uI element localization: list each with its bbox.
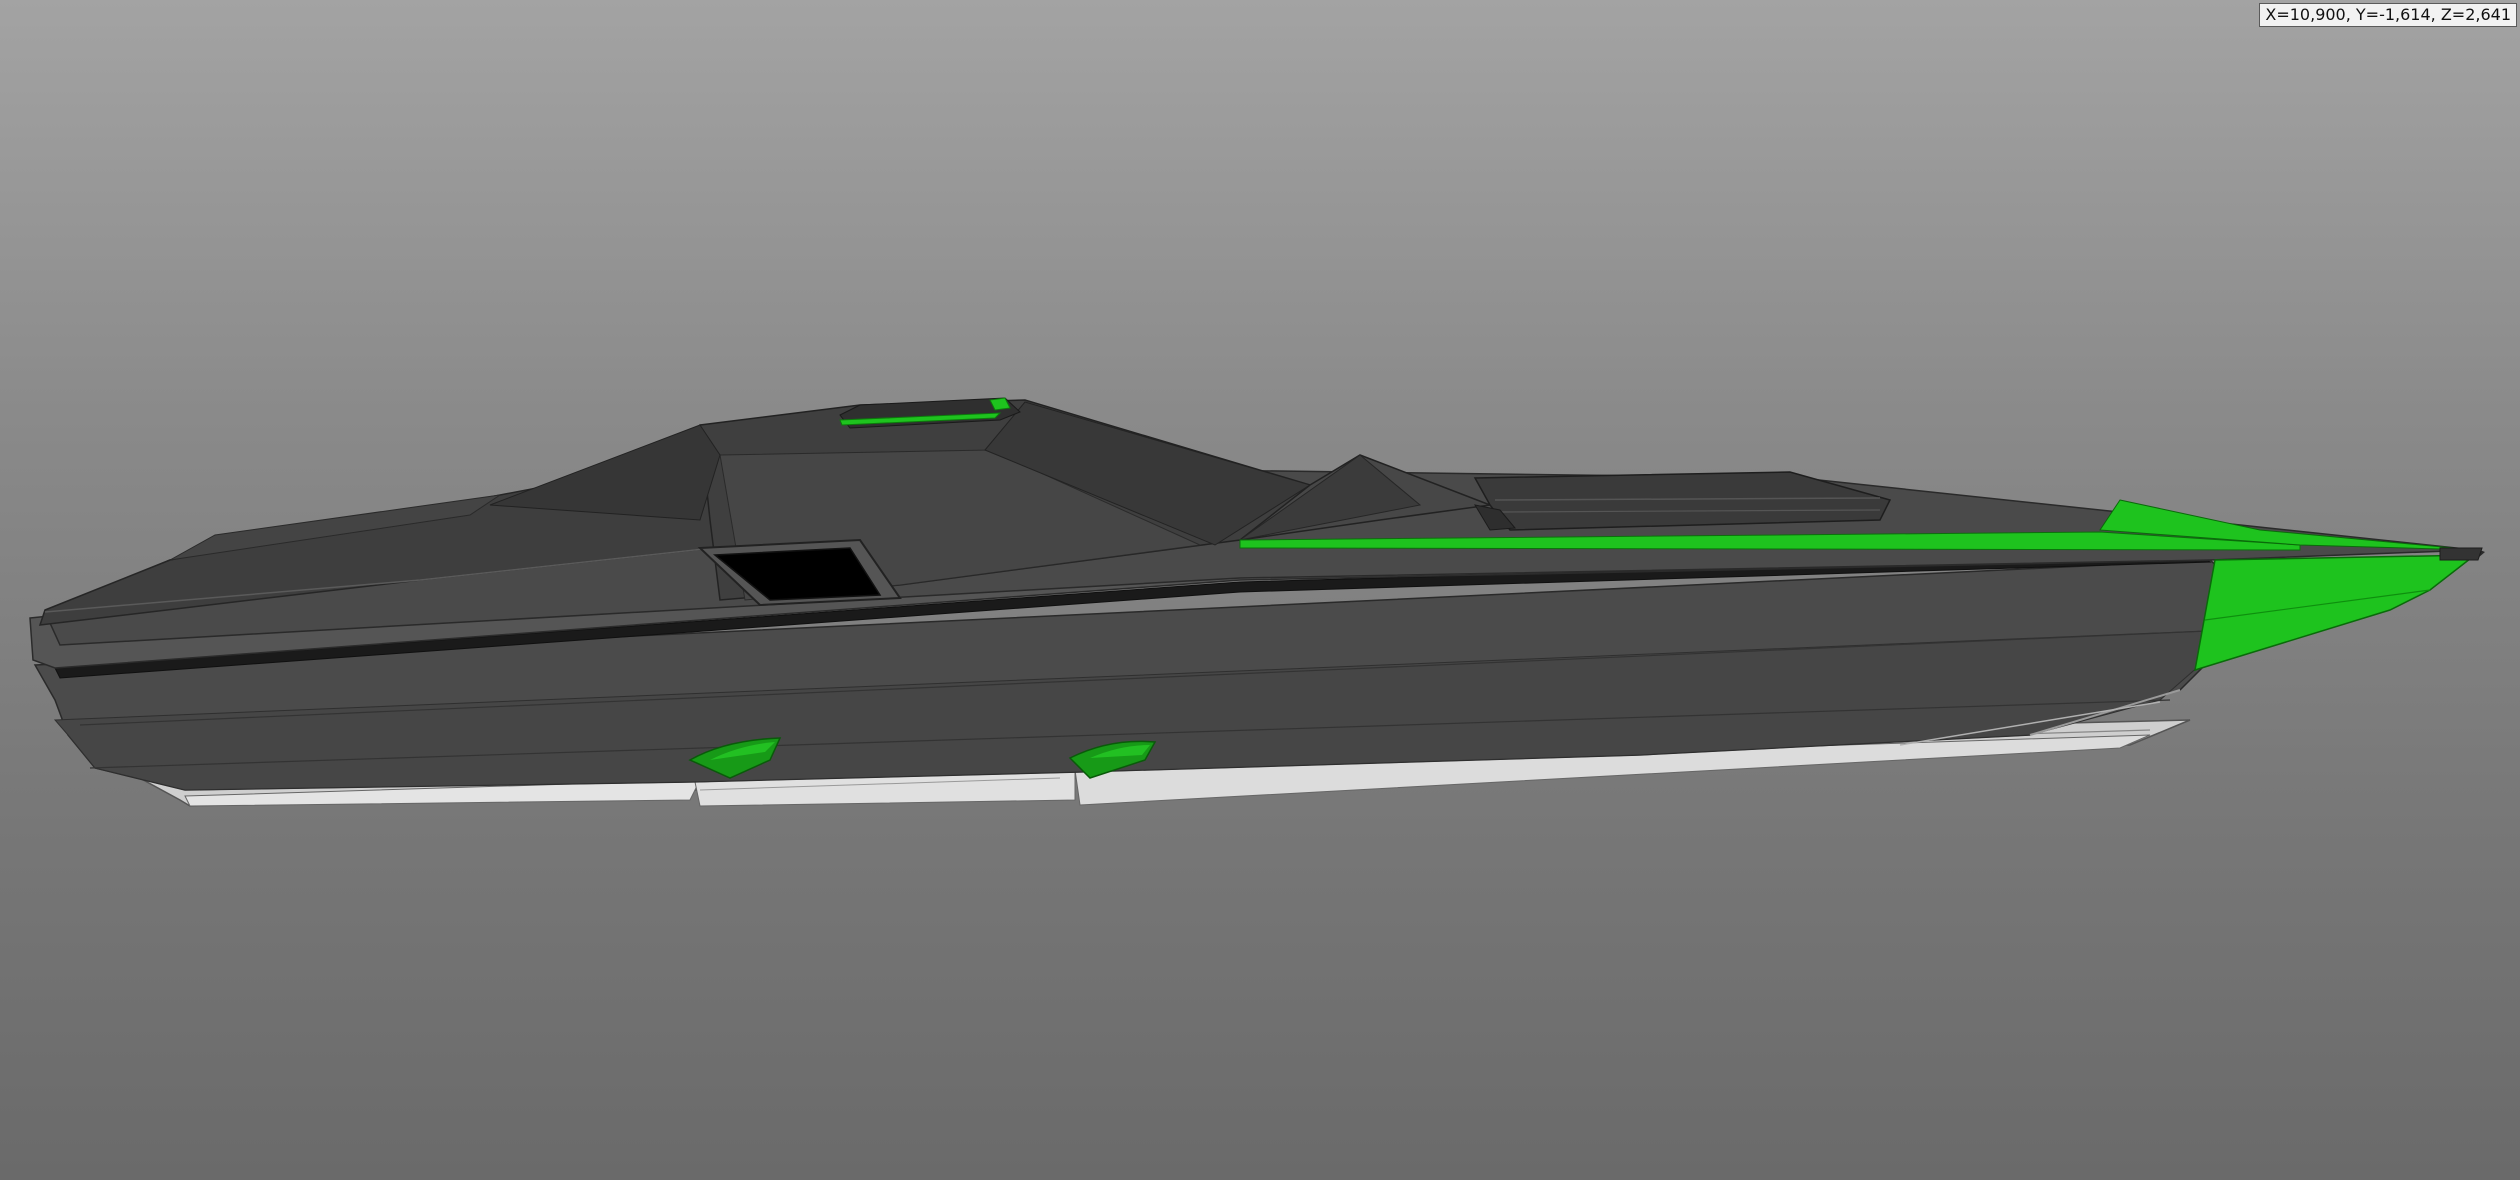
bow-tip [2439,547,2483,561]
boat-model [29,397,2485,807]
3d-viewport[interactable]: X=10,900, Y=-1,614, Z=2,641 [0,0,2520,1180]
coordinate-readout: X=10,900, Y=-1,614, Z=2,641 [2259,3,2517,27]
